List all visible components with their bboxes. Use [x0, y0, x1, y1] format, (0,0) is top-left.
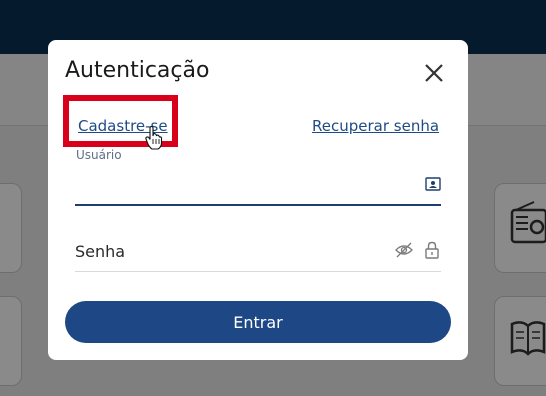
background-card-left-1 — [0, 183, 22, 273]
close-icon[interactable] — [423, 62, 445, 84]
eye-off-icon[interactable] — [395, 242, 413, 258]
modal-title: Autenticação — [65, 58, 210, 83]
book-icon — [510, 321, 546, 356]
authentication-modal: Autenticação Cadastre-se Recuperar senha… — [48, 40, 468, 360]
id-card-icon — [425, 177, 441, 191]
background-card-left-2 — [0, 296, 22, 386]
login-button[interactable]: Entrar — [65, 301, 451, 343]
radio-icon — [510, 201, 546, 244]
recover-password-link[interactable]: Recuperar senha — [312, 117, 439, 135]
hand-pointer-cursor-icon — [145, 126, 163, 150]
password-input[interactable] — [75, 232, 441, 272]
username-input[interactable] — [75, 168, 441, 206]
lock-icon — [425, 241, 439, 259]
username-label: Usuário — [76, 148, 122, 162]
